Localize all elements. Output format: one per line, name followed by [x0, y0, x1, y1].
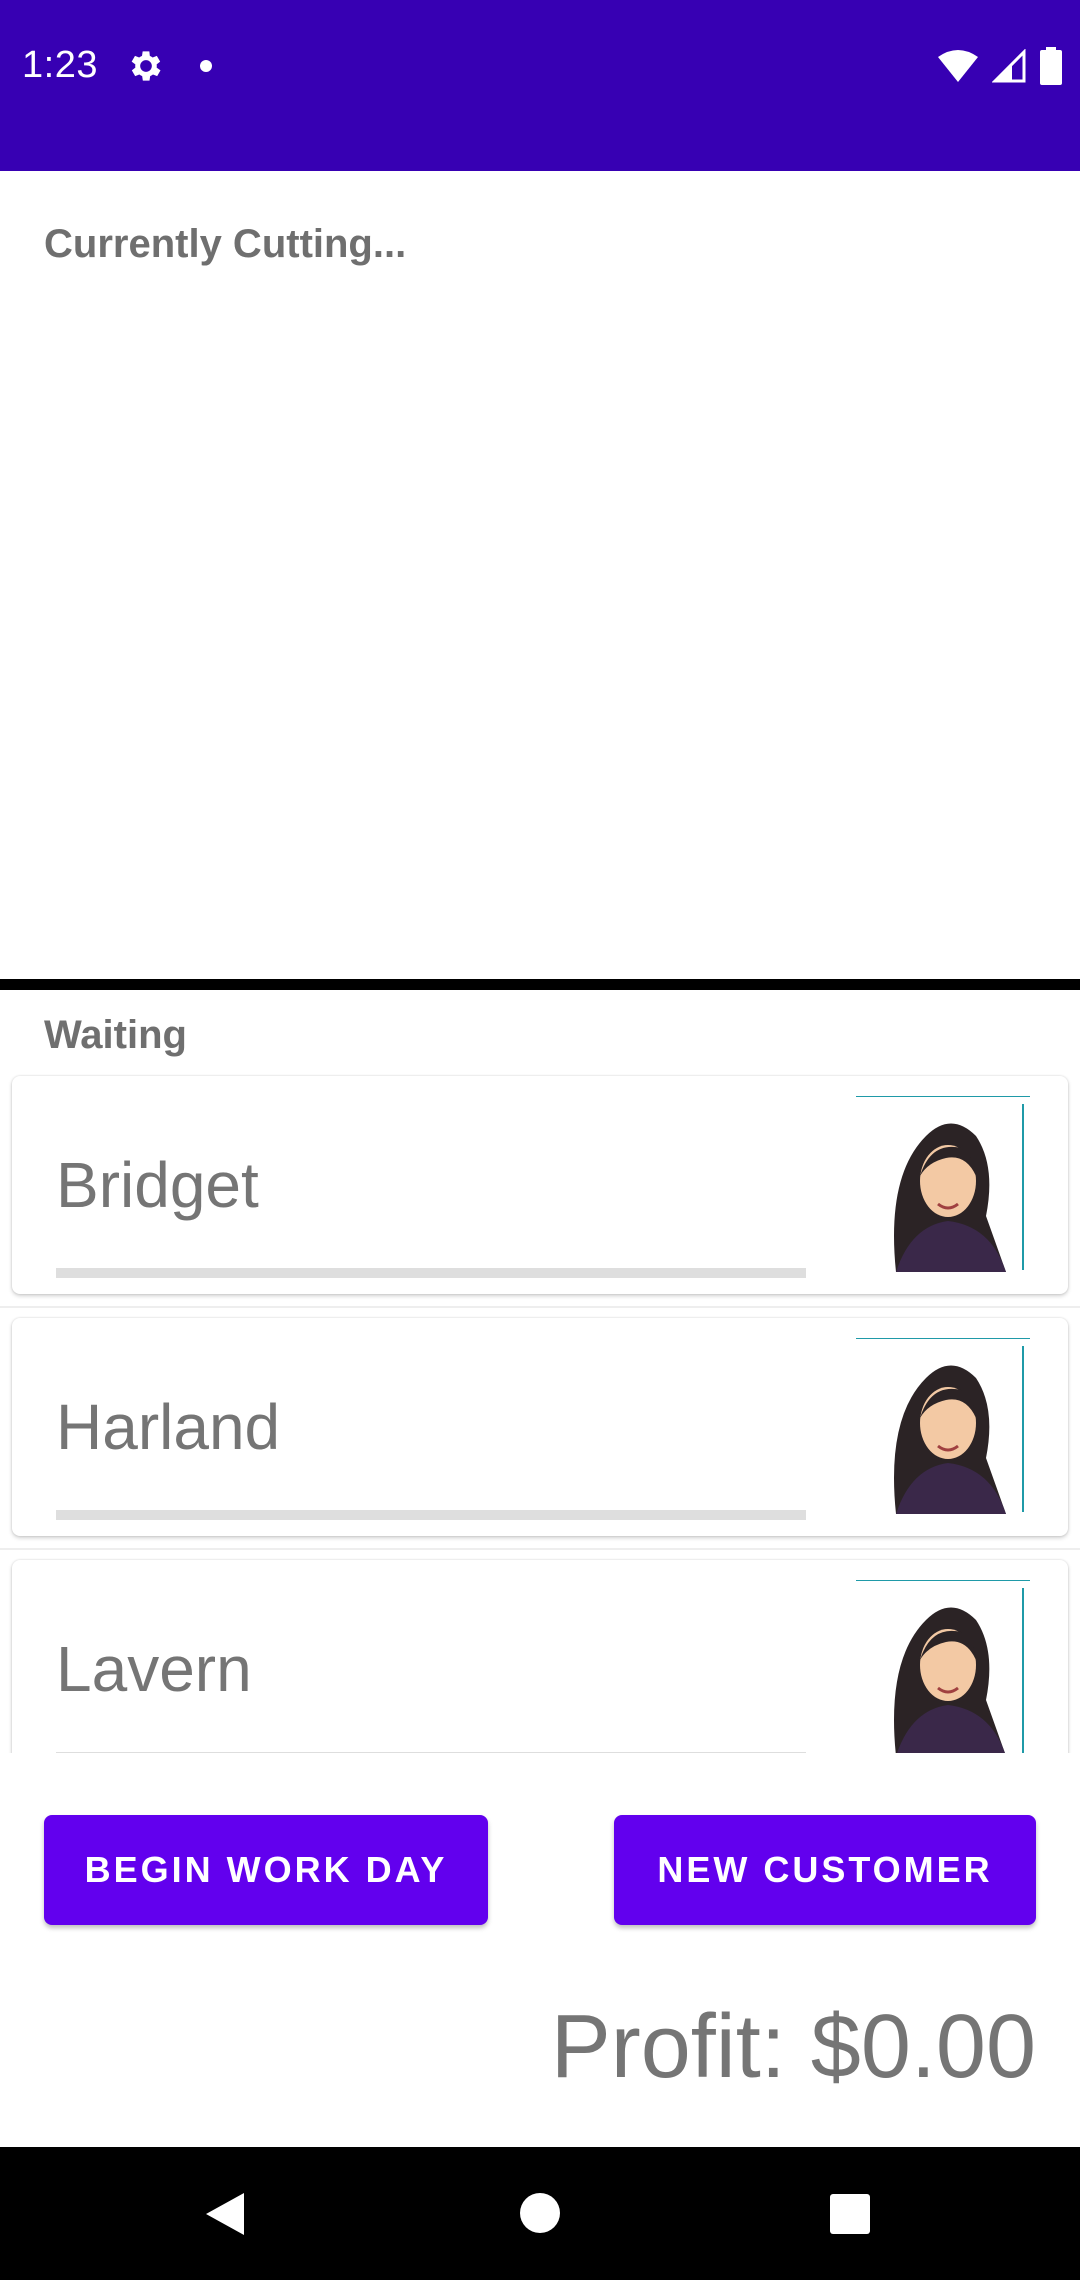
new-customer-button[interactable]: NEW CUSTOMER: [614, 1815, 1036, 1925]
navigation-bar: [0, 2147, 1080, 2280]
wifi-icon: [938, 50, 978, 82]
woman-avatar-icon: [856, 1580, 1030, 1753]
profit-label: Profit: $0.00: [550, 1997, 1036, 2097]
recents-icon[interactable]: [829, 2193, 871, 2235]
customer-card[interactable]: Harland: [12, 1318, 1068, 1536]
customer-card[interactable]: Bridget: [12, 1076, 1068, 1294]
customer-card[interactable]: Lavern: [12, 1560, 1068, 1753]
gear-icon: [131, 51, 161, 81]
status-icons: [938, 46, 1062, 86]
list-divider: [0, 1306, 1080, 1308]
customer-name: Harland: [56, 1391, 281, 1463]
list-divider: [0, 1548, 1080, 1550]
customer-progress-bar: [56, 1752, 806, 1753]
current-customer-area: [0, 171, 1080, 979]
waiting-heading: Waiting: [44, 1013, 187, 1057]
customer-progress-bar: [56, 1510, 806, 1520]
woman-avatar-icon: [856, 1338, 1030, 1514]
customer-progress-bar: [56, 1268, 806, 1278]
begin-work-day-button[interactable]: BEGIN WORK DAY: [44, 1815, 488, 1925]
back-icon[interactable]: [204, 2191, 246, 2237]
customer-name: Lavern: [56, 1633, 252, 1705]
home-icon[interactable]: [519, 2192, 561, 2234]
section-divider: [0, 979, 1080, 990]
customer-name: Bridget: [56, 1149, 259, 1221]
status-time: 1:23: [22, 44, 98, 86]
status-bar: 1:23: [0, 0, 1080, 171]
currently-cutting-heading: Currently Cutting...: [44, 222, 407, 266]
waiting-list[interactable]: Bridget Harland Lavern: [0, 1070, 1080, 1753]
battery-icon: [1040, 47, 1062, 85]
woman-avatar-icon: [856, 1096, 1030, 1272]
notification-dot-icon: [200, 60, 212, 72]
signal-icon: [992, 49, 1026, 83]
